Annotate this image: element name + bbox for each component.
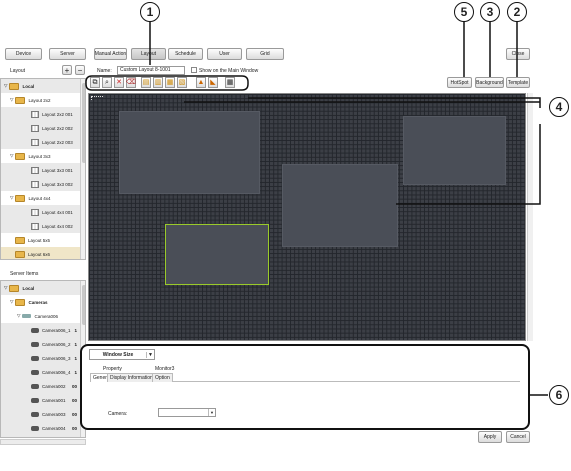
callout-1: 1 <box>140 2 160 22</box>
callout-2: 2 <box>507 2 527 22</box>
callout-4: 4 <box>549 97 569 117</box>
callout-5: 5 <box>454 2 474 22</box>
callout-3: 3 <box>480 2 500 22</box>
callout-6: 6 <box>549 385 569 405</box>
layout-editor-window: Device Server Manual Action Layout Sched… <box>0 0 571 471</box>
callout-leaders <box>85 21 548 396</box>
